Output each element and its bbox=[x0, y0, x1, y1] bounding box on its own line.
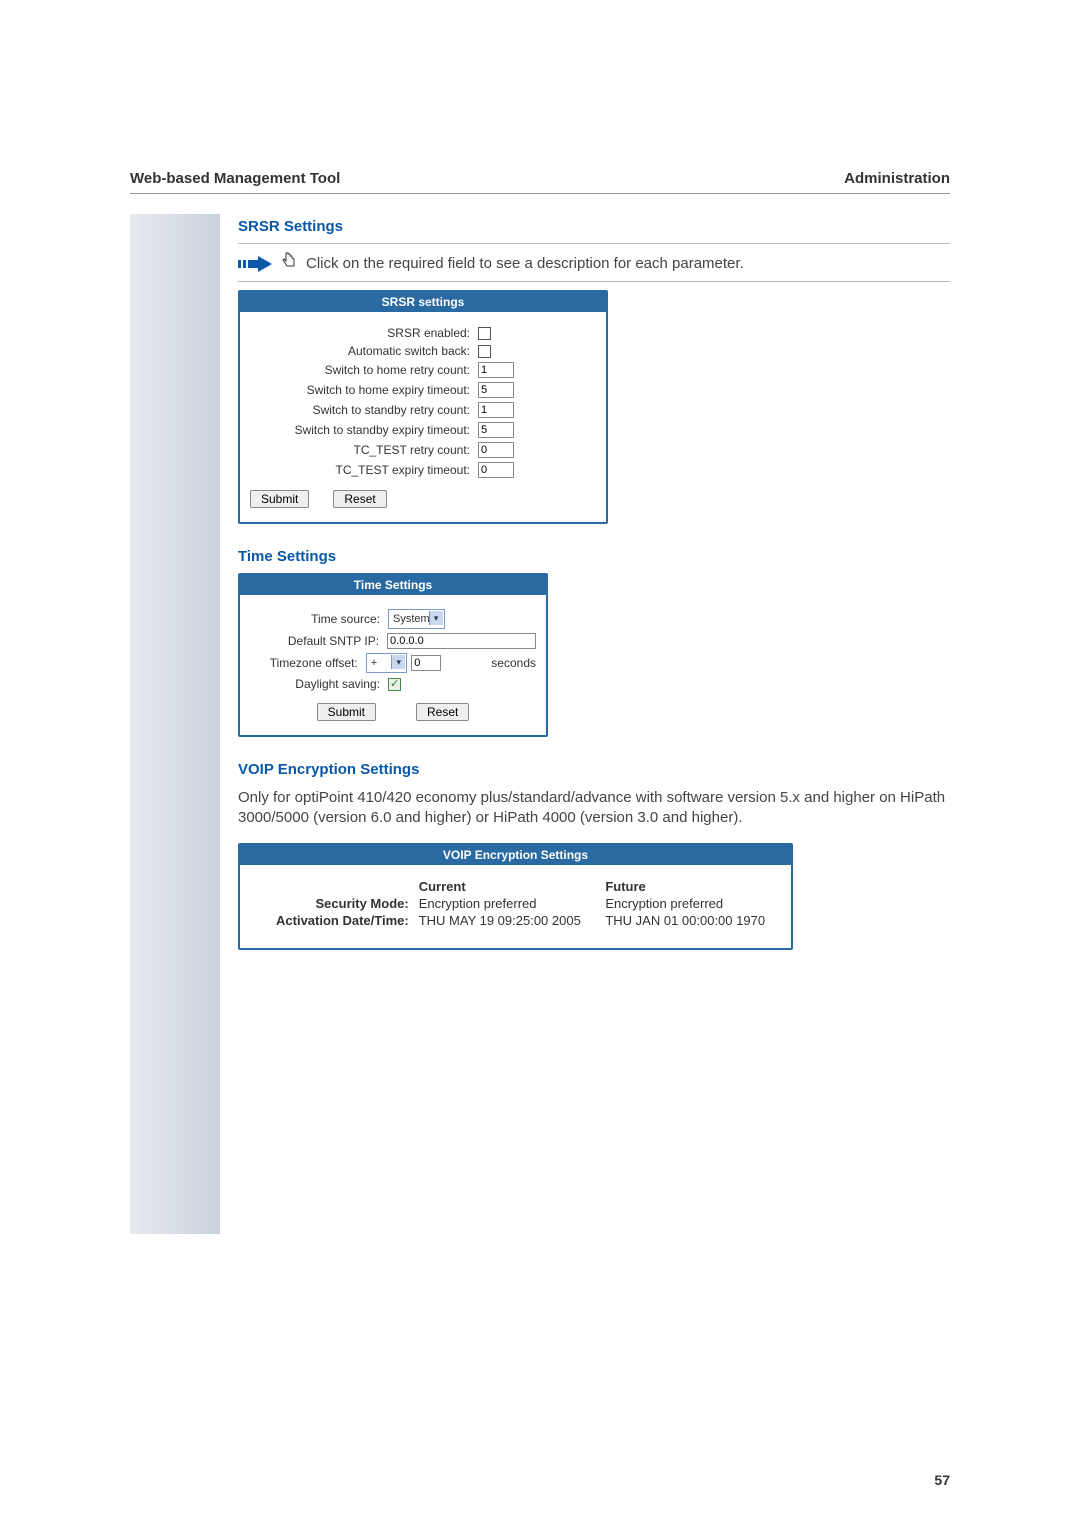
tctest-retry-label: TC_TEST retry count: bbox=[250, 443, 478, 457]
time-source-select[interactable]: System ▾ bbox=[388, 609, 445, 629]
header-right: Administration bbox=[844, 170, 950, 187]
voip-col-current: Current bbox=[419, 879, 606, 894]
timezone-offset-label: Timezone offset: bbox=[250, 656, 366, 670]
voip-paragraph: Only for optiPoint 410/420 economy plus/… bbox=[238, 788, 950, 829]
pointer-cursor-icon bbox=[282, 251, 296, 274]
voip-section-title: VOIP Encryption Settings bbox=[238, 761, 950, 778]
timezone-offset-input[interactable] bbox=[411, 655, 441, 671]
divider bbox=[238, 243, 950, 244]
standby-retry-label: Switch to standby retry count: bbox=[250, 403, 478, 417]
srsr-enabled-checkbox[interactable] bbox=[478, 327, 491, 340]
voip-security-future: Encryption preferred bbox=[605, 896, 775, 911]
chevron-down-icon: ▾ bbox=[391, 655, 405, 669]
arrow-right-icon bbox=[238, 256, 272, 272]
daylight-saving-checkbox[interactable] bbox=[388, 678, 401, 691]
time-panel-title: Time Settings bbox=[240, 575, 546, 595]
tctest-expiry-input[interactable] bbox=[478, 462, 514, 478]
voip-security-current: Encryption preferred bbox=[419, 896, 606, 911]
standby-retry-input[interactable] bbox=[478, 402, 514, 418]
srsr-submit-button[interactable]: Submit bbox=[250, 490, 309, 508]
page-number: 57 bbox=[934, 1472, 950, 1488]
srsr-section-title: SRSR Settings bbox=[238, 218, 950, 235]
voip-panel-title: VOIP Encryption Settings bbox=[240, 845, 791, 865]
tctest-retry-input[interactable] bbox=[478, 442, 514, 458]
auto-switch-back-checkbox[interactable] bbox=[478, 345, 491, 358]
voip-panel: VOIP Encryption Settings Current Future … bbox=[238, 843, 793, 950]
timezone-sign-select[interactable]: + ▾ bbox=[366, 653, 408, 673]
srsr-note: Click on the required field to see a des… bbox=[306, 255, 744, 272]
home-expiry-label: Switch to home expiry timeout: bbox=[250, 383, 478, 397]
srsr-enabled-label: SRSR enabled: bbox=[250, 326, 478, 340]
standby-expiry-input[interactable] bbox=[478, 422, 514, 438]
time-source-label: Time source: bbox=[250, 612, 388, 626]
srsr-reset-button[interactable]: Reset bbox=[333, 490, 386, 508]
time-reset-button[interactable]: Reset bbox=[416, 703, 469, 721]
tctest-expiry-label: TC_TEST expiry timeout: bbox=[250, 463, 478, 477]
timezone-sign-value: + bbox=[371, 657, 377, 669]
home-retry-input[interactable] bbox=[478, 362, 514, 378]
srsr-panel-title: SRSR settings bbox=[240, 292, 606, 312]
sntp-ip-input[interactable] bbox=[387, 633, 536, 649]
header-left: Web-based Management Tool bbox=[130, 170, 340, 187]
time-panel: Time Settings Time source: System ▾ Defa… bbox=[238, 573, 548, 737]
divider bbox=[238, 281, 950, 282]
voip-activation-future: THU JAN 01 00:00:00 1970 bbox=[605, 913, 775, 928]
daylight-saving-label: Daylight saving: bbox=[250, 677, 388, 691]
srsr-panel: SRSR settings SRSR enabled: Automatic sw… bbox=[238, 290, 608, 524]
chevron-down-icon: ▾ bbox=[429, 611, 443, 625]
time-source-value: System bbox=[393, 613, 430, 625]
auto-switch-back-label: Automatic switch back: bbox=[250, 344, 478, 358]
time-submit-button[interactable]: Submit bbox=[317, 703, 376, 721]
sntp-ip-label: Default SNTP IP: bbox=[250, 634, 387, 648]
home-expiry-input[interactable] bbox=[478, 382, 514, 398]
home-retry-label: Switch to home retry count: bbox=[250, 363, 478, 377]
voip-activation-current: THU MAY 19 09:25:00 2005 bbox=[419, 913, 606, 928]
voip-security-label: Security Mode: bbox=[256, 896, 419, 911]
time-section-title: Time Settings bbox=[238, 548, 950, 565]
left-decorative-band bbox=[130, 214, 220, 1234]
voip-col-future: Future bbox=[605, 879, 775, 894]
standby-expiry-label: Switch to standby expiry timeout: bbox=[250, 423, 478, 437]
voip-activation-label: Activation Date/Time: bbox=[256, 913, 419, 928]
timezone-unit: seconds bbox=[491, 656, 536, 670]
